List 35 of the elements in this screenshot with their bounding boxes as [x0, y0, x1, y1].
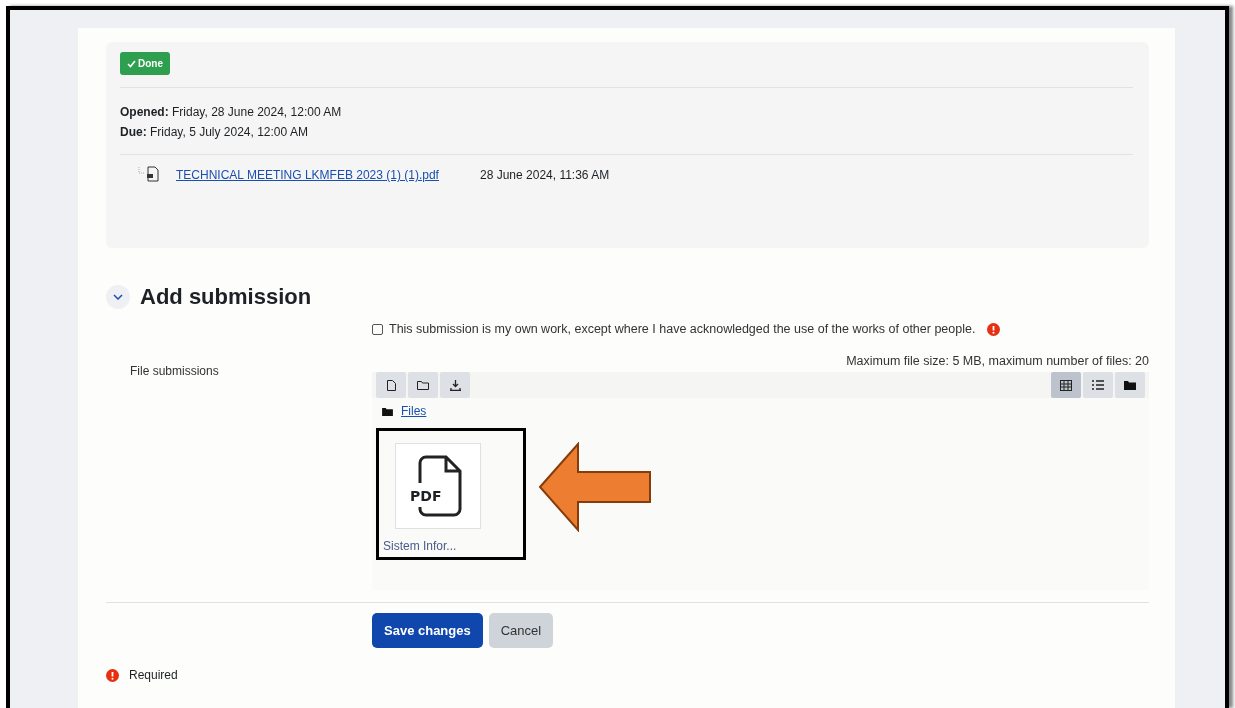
required-text: Required — [129, 668, 178, 682]
field-label: File submissions — [129, 363, 220, 378]
view-toggle[interactable] — [1051, 372, 1081, 398]
date-text: Opened: Friday, 28 June 2024, 12:00 AM — [120, 104, 343, 121]
folder-link[interactable]: Files — [401, 404, 427, 418]
new-folder-button[interactable] — [408, 372, 438, 398]
date-text: Due: Friday, 5 July 2024, 12:00 AM — [120, 124, 309, 141]
collapse-toggle[interactable] — [106, 285, 130, 309]
folder-icon — [1124, 380, 1136, 390]
folder-icon — [417, 380, 429, 390]
download-button[interactable] — [440, 372, 470, 398]
attachment-date: 28 June 2024, 11:36 AM — [480, 167, 610, 184]
view-toggle[interactable] — [1115, 372, 1145, 398]
chevron-icon — [113, 294, 123, 300]
file-icon — [386, 379, 396, 391]
grid-icon — [1060, 379, 1072, 391]
download-icon — [449, 379, 461, 391]
file-tile[interactable]: PDF Sistem Infor... — [376, 428, 526, 560]
view-toggle[interactable] — [1083, 372, 1113, 398]
checkbox[interactable] — [372, 323, 383, 335]
limits-text: Maximum file size: 5 MB, maximum number of files: 20 — [845, 354, 1149, 368]
file-icon — [138, 165, 162, 183]
save-button[interactable]: Save changes — [372, 613, 483, 648]
check-icon — [127, 59, 136, 68]
statement-text: This submission is my own work, except where I have acknowledged the use of the works of other people. — [389, 322, 976, 336]
file-type-text: PDF — [410, 488, 442, 504]
file-name: Sistem Infor... — [383, 539, 458, 553]
add-file-button[interactable] — [376, 372, 406, 398]
folder-icon — [382, 406, 393, 416]
required-icon — [106, 668, 119, 682]
section-heading: Add submission — [140, 284, 312, 310]
attachment-link[interactable]: TECHNICAL MEETING LKMFEB 2023 (1) (1).pdf — [176, 165, 446, 186]
done-badge: Done — [120, 52, 170, 75]
cancel-button[interactable]: Cancel — [488, 613, 554, 648]
list-icon — [1092, 380, 1104, 390]
